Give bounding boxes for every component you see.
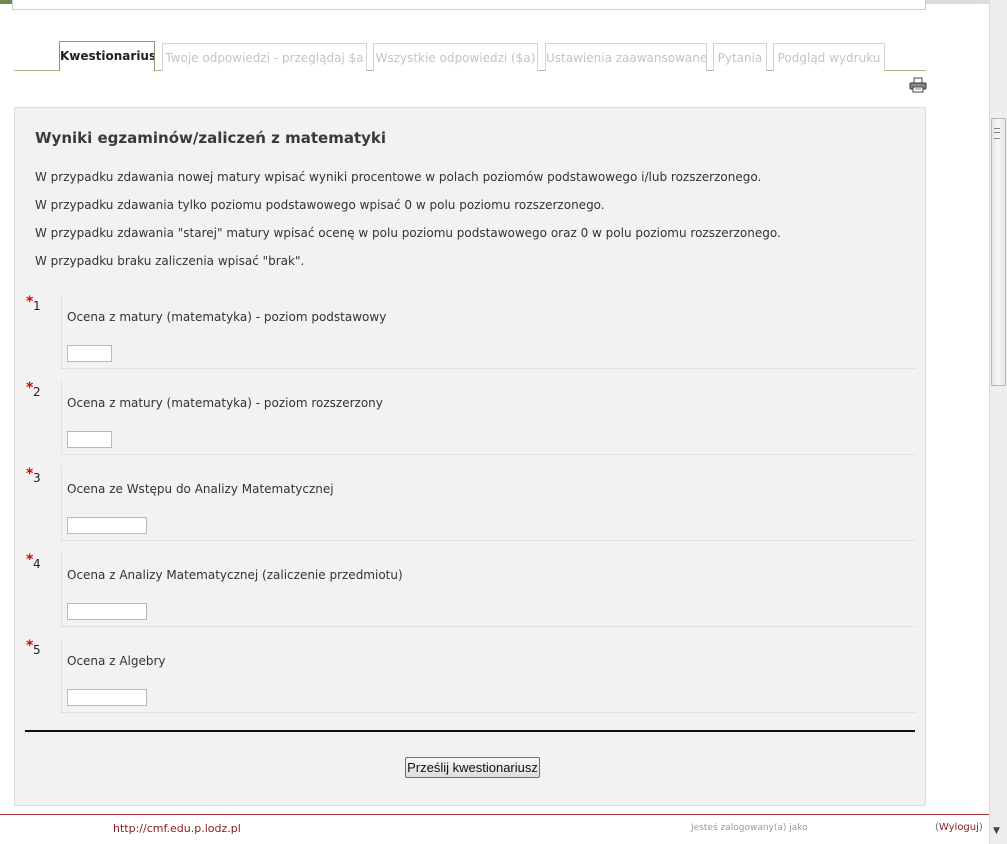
- tab-kwestionariusz[interactable]: Kwestionariusz: [59, 41, 155, 71]
- tab-print-preview[interactable]: Podgląd wydruku: [773, 43, 885, 71]
- scrollbar-thumb[interactable]: [991, 118, 1006, 386]
- question-label: Ocena z Analizy Matematycznej (zaliczeni…: [67, 568, 403, 582]
- question-label: Ocena z matury (matematyka) - poziom pod…: [67, 310, 387, 324]
- question-label: Ocena z Algebry: [67, 654, 166, 668]
- question-label: Ocena z matury (matematyka) - poziom roz…: [67, 396, 383, 410]
- form-title: Wyniki egzaminów/zaliczeń z matematyki: [35, 129, 387, 147]
- logout-link[interactable]: Wyloguj: [939, 822, 979, 833]
- printer-icon[interactable]: [909, 77, 927, 93]
- answer-input-5[interactable]: [67, 689, 147, 706]
- form-divider: [25, 730, 915, 732]
- question-number: 3: [33, 471, 41, 485]
- intro-line-2: W przypadku zdawania tylko poziomu podst…: [35, 198, 605, 212]
- intro-line-1: W przypadku zdawania nowej matury wpisać…: [35, 170, 762, 184]
- scroll-down-arrow-icon[interactable]: ▼: [993, 826, 1000, 836]
- question-number: 5: [33, 643, 41, 657]
- tab-your-answers[interactable]: Twoje odpowiedzi - przeglądaj $a: [162, 43, 367, 71]
- answer-input-3[interactable]: [67, 517, 147, 534]
- login-status: Jesteś zalogowany(a) jako: [691, 823, 808, 833]
- intro-line-3: W przypadku zdawania "starej" matury wpi…: [35, 226, 781, 240]
- question-box: Ocena z matury (matematyka) - poziom pod…: [61, 294, 916, 369]
- tab-bar: Kwestionariusz Twoje odpowiedzi - przegl…: [14, 41, 926, 71]
- tab-all-answers[interactable]: Wszystkie odpowiedzi ($a): [373, 43, 538, 71]
- answer-input-4[interactable]: [67, 603, 147, 620]
- answer-input-2[interactable]: [67, 431, 112, 448]
- intro-line-4: W przypadku braku zaliczenia wpisać "bra…: [35, 254, 305, 268]
- answer-input-1[interactable]: [67, 345, 112, 362]
- vertical-scrollbar[interactable]: ▼: [989, 0, 1007, 844]
- question-number: 2: [33, 385, 41, 399]
- logout-wrapper: (Wyloguj): [935, 822, 983, 833]
- question-box: Ocena ze Wstępu do Analizy Matematycznej: [61, 466, 916, 541]
- submit-button[interactable]: Prześlij kwestionariusz: [405, 757, 540, 778]
- question-label: Ocena ze Wstępu do Analizy Matematycznej: [67, 482, 334, 496]
- tab-advanced-settings[interactable]: Ustawienia zaawansowane: [545, 43, 707, 71]
- question-box: Ocena z Algebry: [61, 638, 916, 713]
- top-container-edge: [12, 0, 926, 10]
- scrollbar-grip-icon: [994, 128, 1000, 139]
- tab-questions[interactable]: Pytania: [713, 43, 767, 71]
- logout-paren-close: ): [978, 822, 983, 833]
- question-number: 4: [33, 557, 41, 571]
- question-number: 1: [33, 299, 41, 313]
- questionnaire-panel: Wyniki egzaminów/zaliczeń z matematyki W…: [14, 107, 926, 806]
- footer-divider: [0, 814, 990, 815]
- question-box: Ocena z Analizy Matematycznej (zaliczeni…: [61, 552, 916, 627]
- question-box: Ocena z matury (matematyka) - poziom roz…: [61, 380, 916, 455]
- footer-site-link[interactable]: http://cmf.edu.p.lodz.pl: [113, 822, 241, 835]
